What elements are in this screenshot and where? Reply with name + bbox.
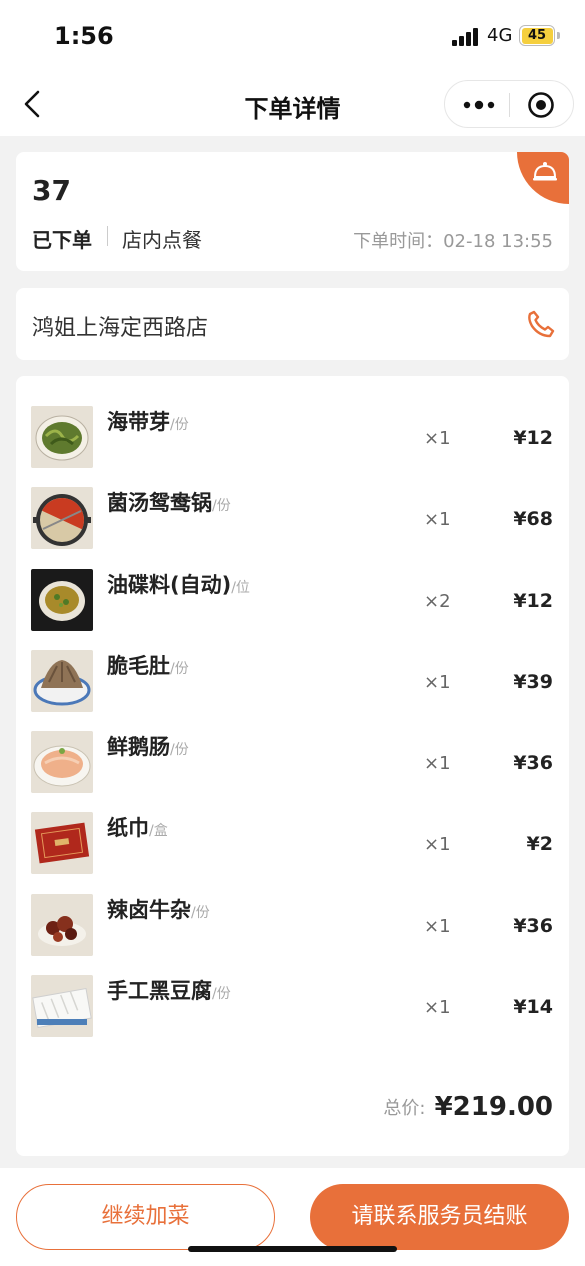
item-name: 手工黑豆腐/份: [107, 979, 231, 1003]
item-qty: ×1: [424, 997, 451, 1018]
store-name: 鸿姐上海定西路店: [32, 316, 209, 341]
capsule-divider: [509, 93, 510, 117]
service-bell-icon: [533, 162, 557, 181]
item-unit: /份: [191, 905, 210, 921]
close-mini-program-button[interactable]: [527, 91, 555, 119]
total-value: ¥219.00: [434, 1092, 553, 1122]
nav-bar: 下单详情: [0, 72, 585, 136]
battery-icon: 45: [519, 25, 555, 46]
tripe-thumb: [31, 650, 93, 712]
status-time: 1:56: [54, 22, 114, 50]
list-item: 菌汤鸳鸯锅/份 ×1 ¥68: [16, 487, 569, 553]
call-waiter-checkout-button[interactable]: 请联系服务员结账: [310, 1184, 569, 1250]
item-name: 油碟料(自动)/位: [107, 573, 250, 597]
order-type: 店内点餐: [122, 228, 202, 252]
status-bar: 1:56 4G 45: [0, 0, 585, 72]
battery-tip: [557, 32, 560, 39]
call-store-button[interactable]: [527, 310, 555, 338]
more-button[interactable]: [461, 93, 497, 117]
signal-icon: [452, 28, 480, 46]
list-item: 纸巾/盒 ×1 ¥2: [16, 812, 569, 878]
item-name: 菌汤鸳鸯锅/份: [107, 491, 231, 515]
goose-intestine-thumb: [31, 731, 93, 793]
item-unit: /份: [170, 417, 189, 433]
order-info-card: 37 已下单 店内点餐 下单时间：02-18 13:55: [16, 152, 569, 271]
battery-level: 45: [521, 27, 553, 44]
hotpot-thumb: [31, 487, 93, 549]
item-name: 海带芽/份: [107, 410, 189, 434]
item-qty: ×1: [424, 916, 451, 937]
add-more-dishes-button[interactable]: 继续加菜: [16, 1184, 275, 1250]
item-unit: /份: [212, 986, 231, 1002]
item-name: 纸巾/盒: [107, 816, 168, 840]
store-card: 鸿姐上海定西路店: [16, 288, 569, 360]
order-total: 总价: ¥219.00: [383, 1092, 553, 1122]
service-badge: [517, 152, 569, 204]
more-dots-icon: [463, 100, 495, 110]
tofu-thumb: [31, 975, 93, 1037]
oil-dip-thumb: [31, 569, 93, 631]
item-qty: ×1: [424, 509, 451, 530]
item-price: ¥36: [513, 752, 553, 774]
list-item: 脆毛肚/份 ×1 ¥39: [16, 650, 569, 716]
target-close-icon: [528, 92, 554, 118]
item-price: ¥36: [513, 915, 553, 937]
mini-program-capsule: [444, 80, 574, 128]
network-label: 4G: [487, 25, 513, 46]
item-unit: /份: [212, 498, 231, 514]
item-name: 鲜鹅肠/份: [107, 735, 189, 759]
order-time: 下单时间：02-18 13:55: [353, 231, 553, 252]
list-item: 油碟料(自动)/位 ×2 ¥12: [16, 569, 569, 635]
item-price: ¥14: [513, 996, 553, 1018]
seaweed-dish-thumb: [31, 406, 93, 468]
item-unit: /盒: [149, 823, 168, 839]
item-price: ¥39: [513, 671, 553, 693]
total-label: 总价:: [383, 1098, 426, 1119]
item-unit: /份: [170, 661, 189, 677]
item-unit: /位: [231, 580, 250, 596]
item-qty: ×1: [424, 753, 451, 774]
order-items-card: 海带芽/份 ×1 ¥12 菌汤鸳鸯锅/份 ×1 ¥68 油碟料(自动)/位 ×2…: [16, 376, 569, 1156]
item-qty: ×1: [424, 428, 451, 449]
item-price: ¥12: [513, 427, 553, 449]
home-indicator: [188, 1246, 397, 1252]
item-qty: ×2: [424, 591, 451, 612]
meta-divider: [107, 226, 108, 246]
item-qty: ×1: [424, 672, 451, 693]
item-unit: /份: [170, 742, 189, 758]
beef-offal-thumb: [31, 894, 93, 956]
item-price: ¥68: [513, 508, 553, 530]
item-price: ¥2: [526, 833, 553, 855]
tissue-box-thumb: [31, 812, 93, 874]
list-item: 海带芽/份 ×1 ¥12: [16, 406, 569, 472]
item-price: ¥12: [513, 590, 553, 612]
list-item: 手工黑豆腐/份 ×1 ¥14: [16, 975, 569, 1041]
list-item: 辣卤牛杂/份 ×1 ¥36: [16, 894, 569, 960]
item-qty: ×1: [424, 834, 451, 855]
item-name: 辣卤牛杂/份: [107, 898, 210, 922]
order-status: 已下单: [32, 228, 92, 252]
list-item: 鲜鹅肠/份 ×1 ¥36: [16, 731, 569, 797]
phone-icon: [528, 310, 555, 338]
item-name: 脆毛肚/份: [107, 654, 189, 678]
order-number: 37: [32, 174, 71, 207]
